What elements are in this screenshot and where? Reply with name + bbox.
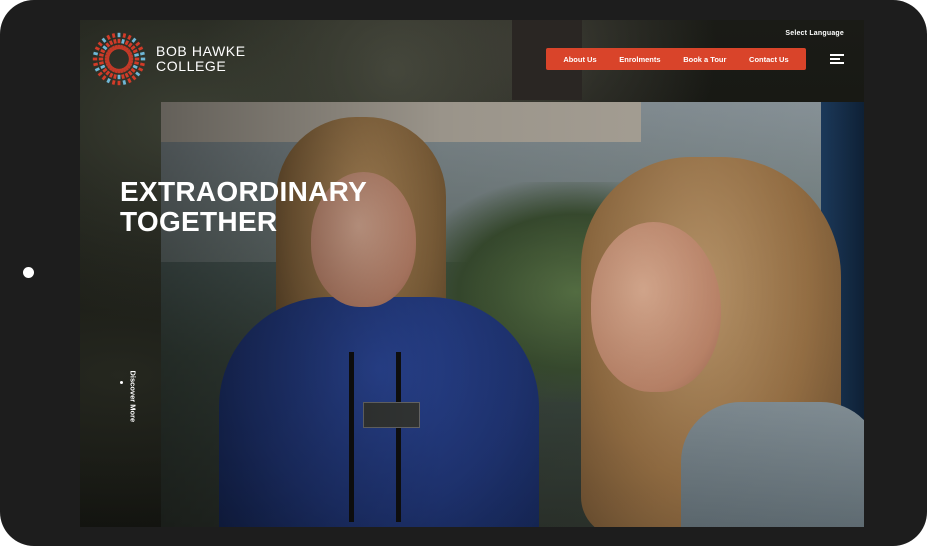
hamburger-icon[interactable] [830, 54, 844, 65]
hero-title-line2: TOGETHER [120, 206, 278, 237]
hero-photo [161, 102, 864, 527]
nav-enrolments[interactable]: Enrolments [619, 55, 660, 64]
college-logo[interactable]: BOB HAWKE COLLEGE [90, 30, 246, 88]
main-nav: About Us Enrolments Book a Tour Contact … [546, 48, 806, 70]
hero-title: EXTRAORDINARY TOGETHER [120, 177, 420, 237]
nav-about-us[interactable]: About Us [563, 55, 596, 64]
radial-burst-logo-icon [92, 32, 146, 86]
nav-contact-us[interactable]: Contact Us [749, 55, 789, 64]
hero-title-line1: EXTRAORDINARY [120, 176, 368, 207]
scroll-dot-icon [120, 381, 123, 384]
tablet-camera-dot [23, 267, 34, 278]
website-viewport: BOB HAWKE COLLEGE Select Language About … [80, 20, 864, 527]
college-name-line2: COLLEGE [156, 58, 227, 74]
discover-more-label: Discover More [128, 370, 138, 423]
college-name: BOB HAWKE COLLEGE [156, 44, 246, 74]
select-language-link[interactable]: Select Language [785, 30, 844, 37]
tablet-frame: BOB HAWKE COLLEGE Select Language About … [0, 0, 927, 546]
discover-more-link[interactable]: Discover More [120, 371, 140, 445]
college-name-line1: BOB HAWKE [156, 43, 246, 59]
nav-book-a-tour[interactable]: Book a Tour [683, 55, 726, 64]
